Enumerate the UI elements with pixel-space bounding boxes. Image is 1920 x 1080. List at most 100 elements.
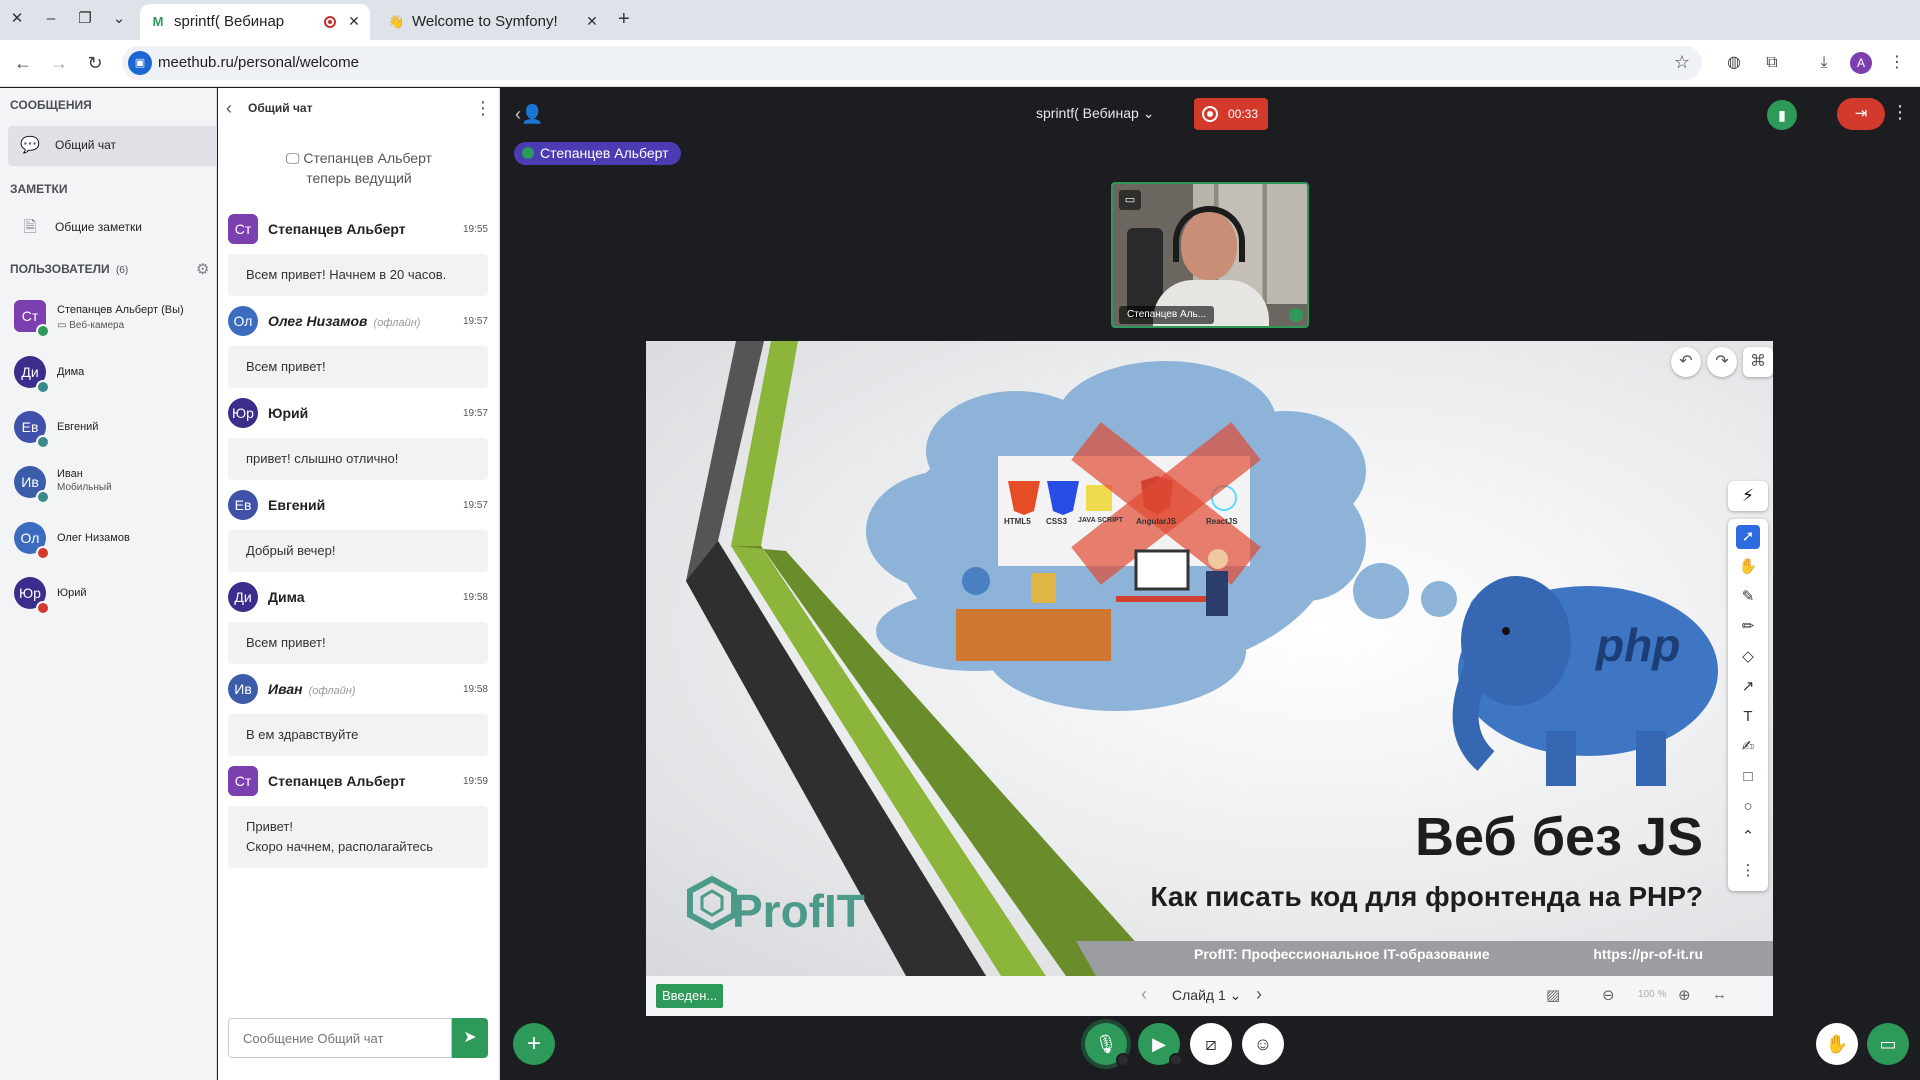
user-status-badge bbox=[36, 380, 50, 394]
pencil-tool-icon[interactable]: ✎ bbox=[1736, 585, 1760, 609]
tab-search-icon[interactable]: ⌄ bbox=[108, 8, 130, 30]
message-author: Степанцев Альберт bbox=[268, 221, 406, 237]
user-list-item[interactable]: Ев Евгений bbox=[0, 405, 217, 455]
eraser-tool-icon[interactable]: ◇ bbox=[1736, 645, 1760, 669]
books bbox=[1031, 573, 1056, 603]
messages-section-title: СООБЩЕНИЯ bbox=[10, 98, 92, 112]
multi-user-whiteboard-icon[interactable]: ⌘ bbox=[1743, 347, 1773, 377]
avatar: Юр bbox=[228, 398, 258, 428]
select-tool-icon[interactable]: ➚ bbox=[1736, 525, 1760, 549]
user-device: ▭ Веб-камера bbox=[57, 320, 124, 331]
user-list-item[interactable]: Ст Степанцев Альберт (Вы) ▭ Веб-камера bbox=[0, 294, 217, 344]
tab-symfony[interactable]: 👋 Welcome to Symfony! ✕ bbox=[378, 4, 608, 40]
fit-width-icon[interactable]: ↔ bbox=[1712, 986, 1727, 1003]
back-icon[interactable]: ← bbox=[12, 52, 34, 74]
pen-tool-icon[interactable]: ✏ bbox=[1736, 615, 1760, 639]
user-list-item[interactable]: Ол Олег Низамов bbox=[0, 516, 217, 566]
notes-icon: 🗎 bbox=[23, 219, 37, 236]
user-list-toggle-icon[interactable]: ‹👤 bbox=[515, 104, 543, 125]
site-info-icon[interactable]: ▣ bbox=[128, 51, 152, 75]
camera-settings-icon[interactable] bbox=[1169, 1053, 1183, 1067]
previous-slide-icon[interactable]: ‹ bbox=[1141, 984, 1147, 1005]
meeting-title[interactable]: sprintf( Вебинар ⌄ bbox=[1036, 105, 1154, 122]
browser-menu-icon[interactable]: ⋮ bbox=[1886, 52, 1908, 74]
zoom-out-icon[interactable]: ⊖ bbox=[1602, 986, 1615, 1004]
snapshot-icon[interactable]: ▨ bbox=[1546, 986, 1560, 1004]
message-time: 19:57 bbox=[462, 408, 488, 419]
message-author: Степанцев Альберт bbox=[268, 773, 406, 789]
tab-title: sprintf( Вебинар bbox=[174, 13, 285, 30]
tech-label: JAVA SCRIPT bbox=[1078, 517, 1123, 524]
chevron-left-icon[interactable]: ‹ bbox=[226, 98, 232, 119]
system-message-line: теперь ведущий bbox=[306, 170, 412, 186]
forward-icon[interactable]: → bbox=[48, 52, 70, 74]
extensions-icon[interactable]: ⧉ bbox=[1761, 52, 1783, 74]
restore-window-icon[interactable]: ❐ bbox=[74, 8, 96, 30]
close-tab-icon[interactable]: ✕ bbox=[582, 11, 602, 31]
profile-avatar[interactable]: A bbox=[1850, 52, 1872, 74]
sidebar-item-shared-notes[interactable]: 🗎 Общие заметки bbox=[8, 208, 217, 248]
more-tools-icon[interactable]: ⋮ bbox=[1736, 859, 1760, 883]
message-author: Дима bbox=[268, 589, 305, 605]
minimize-window-icon[interactable]: – bbox=[40, 8, 62, 30]
message-text: Привет! Скоро начнем, располагайтесь bbox=[228, 806, 488, 868]
message-text: В ем здравствуйте bbox=[228, 714, 488, 756]
tools-toggle-icon[interactable]: ⚡ bbox=[1728, 481, 1768, 511]
rectangle-tool-icon[interactable]: □ bbox=[1736, 765, 1760, 789]
user-name: Иван bbox=[57, 468, 83, 480]
close-tab-icon[interactable]: ✕ bbox=[344, 11, 364, 31]
reactions-icon[interactable]: ☺ bbox=[1242, 1023, 1284, 1065]
new-tab-icon[interactable]: + bbox=[618, 8, 630, 31]
gear-icon[interactable]: ⚙ bbox=[196, 260, 209, 278]
zoom-in-icon[interactable]: ⊕ bbox=[1678, 986, 1691, 1004]
more-options-icon[interactable]: ⋮ bbox=[474, 98, 492, 119]
presentation-toggle-icon[interactable]: ▭ bbox=[1867, 1023, 1909, 1065]
screen-share-icon[interactable]: ⧄ bbox=[1190, 1023, 1232, 1065]
presentation-name-button[interactable]: Введен... bbox=[656, 984, 724, 1008]
collapse-tools-icon[interactable]: ⌃ bbox=[1736, 825, 1760, 849]
chat-message-input[interactable] bbox=[228, 1018, 452, 1058]
recording-button[interactable]: 00:33 bbox=[1194, 98, 1268, 130]
note-tool-icon[interactable]: ✍ bbox=[1736, 735, 1760, 759]
next-slide-icon[interactable]: › bbox=[1256, 984, 1262, 1005]
webcam-tile[interactable]: ▭ Степанцев Аль... bbox=[1111, 182, 1309, 328]
user-list-item[interactable]: Ди Дима bbox=[0, 350, 217, 400]
thought-bubble-medium bbox=[1421, 581, 1457, 617]
recording-icon bbox=[324, 16, 336, 28]
translate-icon[interactable]: ◍ bbox=[1723, 52, 1745, 74]
more-options-icon[interactable]: ⋮ bbox=[1891, 102, 1909, 123]
presentation-stage: ‹👤 sprintf( Вебинар ⌄ 00:33 ▮ ⇥ ⋮ Степан… bbox=[501, 88, 1920, 1080]
download-icon[interactable]: ⤓ bbox=[1813, 52, 1835, 74]
raise-hand-icon[interactable]: ✋ bbox=[1816, 1023, 1858, 1065]
leave-meeting-icon[interactable]: ⇥ bbox=[1837, 98, 1885, 130]
connection-stats-icon[interactable]: ▮ bbox=[1767, 100, 1797, 130]
microphone-icon[interactable]: 🎙 bbox=[1085, 1023, 1130, 1067]
user-list-item[interactable]: Ив Иван Мобильный bbox=[0, 460, 217, 510]
slide-number-select[interactable]: Слайд 1 ⌄ bbox=[1172, 987, 1241, 1004]
text-tool-icon[interactable]: T bbox=[1736, 705, 1760, 729]
url-field[interactable]: ▣ meethub.ru/personal/welcome ☆ bbox=[122, 46, 1702, 80]
reload-icon[interactable]: ↻ bbox=[84, 52, 106, 74]
send-icon[interactable]: ➤ bbox=[452, 1018, 488, 1058]
avatar: Ев bbox=[228, 490, 258, 520]
redo-icon[interactable]: ↷ bbox=[1707, 347, 1737, 377]
bookmark-star-icon[interactable]: ☆ bbox=[1674, 52, 1690, 73]
actions-plus-icon[interactable]: + bbox=[513, 1023, 555, 1065]
avatar: Ст bbox=[228, 766, 258, 796]
screen-share-icon[interactable]: ▭ bbox=[1119, 190, 1141, 210]
monitor bbox=[1134, 549, 1190, 591]
camera-icon[interactable]: ▶ bbox=[1138, 1023, 1183, 1067]
offline-label: (офлайн) bbox=[308, 685, 356, 697]
presentation-slide[interactable]: php HTML5 CSS3 JAVA SCRIPT AngularJS Rea… bbox=[646, 341, 1773, 976]
undo-icon[interactable]: ↶ bbox=[1671, 347, 1701, 377]
hand-tool-icon[interactable]: ✋ bbox=[1736, 555, 1760, 579]
close-window-icon[interactable]: ✕ bbox=[6, 8, 28, 30]
audio-settings-icon[interactable] bbox=[1116, 1053, 1130, 1067]
user-list-item[interactable]: Юр Юрий bbox=[0, 571, 217, 621]
tab-sprintf-webinar[interactable]: M sprintf( Вебинар ✕ bbox=[140, 4, 370, 40]
sidebar-item-general-chat[interactable]: 💬 Общий чат bbox=[8, 126, 217, 166]
message-author-wrap: Иван (офлайн) bbox=[268, 681, 355, 697]
mic-icon bbox=[1289, 308, 1303, 322]
ellipse-tool-icon[interactable]: ○ bbox=[1736, 795, 1760, 819]
arrow-tool-icon[interactable]: ↗ bbox=[1736, 675, 1760, 699]
